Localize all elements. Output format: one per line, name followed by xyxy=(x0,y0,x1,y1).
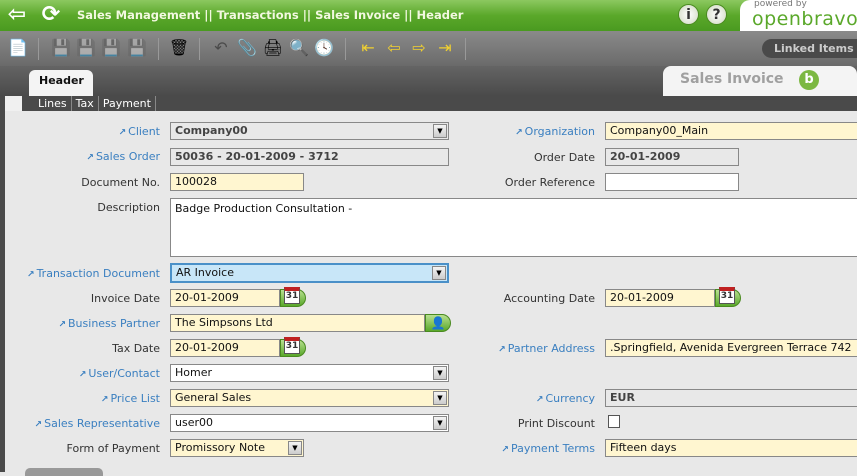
user-contact-select[interactable]: Homer ▼ xyxy=(170,364,449,382)
calendar-icon[interactable]: 31 xyxy=(280,287,306,307)
chevron-down-icon[interactable]: ▼ xyxy=(432,266,446,280)
calendar-day: 31 xyxy=(284,287,300,304)
chevron-down-icon[interactable]: ▼ xyxy=(433,366,447,380)
linked-items-button[interactable]: Linked Items xyxy=(762,39,857,58)
order-reference-input[interactable] xyxy=(605,173,739,191)
chevron-down-icon[interactable]: ▼ xyxy=(288,441,302,455)
openbravo-logo[interactable]: powered by openbravo xyxy=(740,0,857,31)
separator xyxy=(38,38,39,60)
help-icon[interactable]: ? xyxy=(706,4,727,25)
payment-terms-label[interactable]: Payment Terms xyxy=(501,442,595,455)
currency-label[interactable]: Currency xyxy=(536,392,595,405)
form-of-payment-value: Promissory Note xyxy=(175,441,265,454)
organization-select[interactable]: Company00_Main xyxy=(605,122,857,140)
section-button[interactable] xyxy=(25,468,103,476)
price-list-value: General Sales xyxy=(175,391,252,404)
accounting-date-input[interactable]: 20-01-2009 xyxy=(605,289,715,307)
separator xyxy=(345,38,346,60)
first-record-icon[interactable]: ⇤ xyxy=(357,37,379,59)
user-contact-label[interactable]: User/Contact xyxy=(79,367,160,380)
separator xyxy=(158,38,159,60)
window-title: Sales Invoice xyxy=(680,71,784,87)
print-icon[interactable]: 🖨 xyxy=(262,37,284,59)
new-record-icon[interactable]: 📄 xyxy=(7,37,29,59)
sales-rep-label[interactable]: Sales Representative xyxy=(35,417,160,430)
calendar-day: 31 xyxy=(284,337,300,354)
client-value: Company00 xyxy=(175,124,248,137)
price-list-label[interactable]: Price List xyxy=(101,392,160,405)
user-contact-value: Homer xyxy=(175,366,213,379)
audit-trail-icon[interactable]: 🕓 xyxy=(313,37,335,59)
currency-field[interactable]: EUR xyxy=(605,389,857,407)
delete-icon[interactable]: 🗑 xyxy=(168,37,190,59)
previous-record-icon[interactable]: ⇦ xyxy=(383,37,405,59)
order-date-field: 20-01-2009 xyxy=(605,148,739,166)
refresh-icon[interactable]: ⟳ xyxy=(38,3,64,29)
separator xyxy=(199,38,200,60)
sales-rep-select[interactable]: user00 ▼ xyxy=(170,414,449,432)
subtab-bar: Lines Tax Payment xyxy=(22,96,857,111)
calendar-icon[interactable]: 31 xyxy=(280,337,306,357)
business-partner-search-icon[interactable]: 👤 xyxy=(425,314,451,332)
calendar-day: 31 xyxy=(719,287,735,304)
save-icon[interactable]: 💾 xyxy=(100,37,122,59)
back-icon[interactable]: ⇦ xyxy=(4,3,30,29)
last-record-icon[interactable]: ⇥ xyxy=(434,37,456,59)
form-of-payment-label: Form of Payment xyxy=(66,442,160,455)
chevron-down-icon[interactable]: ▼ xyxy=(433,124,447,138)
client-select[interactable]: Company00 ▼ xyxy=(170,122,449,140)
brand-text: openbravo xyxy=(752,8,857,30)
separator xyxy=(465,38,466,60)
description-textarea[interactable]: Badge Production Consultation - xyxy=(170,198,857,257)
order-date-label: Order Date xyxy=(533,151,595,164)
business-partner-input[interactable]: The Simpsons Ltd xyxy=(170,314,425,332)
tax-date-label: Tax Date xyxy=(112,342,160,355)
invoice-date-input[interactable]: 20-01-2009 xyxy=(170,289,280,307)
business-partner-label[interactable]: Business Partner xyxy=(58,317,160,330)
document-no-label: Document No. xyxy=(81,176,160,189)
order-reference-label: Order Reference xyxy=(504,176,595,189)
chevron-down-icon[interactable]: ▼ xyxy=(433,391,447,405)
partner-address-label[interactable]: Partner Address xyxy=(498,342,595,355)
form-of-payment-select[interactable]: Promissory Note ▼ xyxy=(170,439,304,457)
tab-header[interactable]: Header xyxy=(29,70,93,96)
breadcrumb: Sales Management || Transactions || Sale… xyxy=(77,8,464,22)
transaction-document-label[interactable]: Transaction Document xyxy=(27,267,160,280)
organization-label[interactable]: Organization xyxy=(515,125,595,138)
client-label: Client xyxy=(119,125,160,138)
description-label: Description xyxy=(97,201,160,214)
print-discount-label: Print Discount xyxy=(517,417,595,430)
accounting-date-label: Accounting Date xyxy=(503,292,595,305)
attach-icon[interactable]: 📎 xyxy=(236,37,258,59)
tax-date-input[interactable]: 20-01-2009 xyxy=(170,339,280,357)
info-icon[interactable]: i xyxy=(678,4,699,25)
sales-order-label[interactable]: Sales Order xyxy=(86,150,160,163)
price-list-select[interactable]: General Sales ▼ xyxy=(170,389,449,407)
sales-order-field[interactable]: 50036 - 20-01-2009 - 3712 xyxy=(170,148,449,166)
subtab-lines[interactable]: Lines xyxy=(34,96,72,111)
search-icon[interactable]: 🔍 xyxy=(288,37,310,59)
save-close-icon[interactable]: 💾 xyxy=(126,37,148,59)
subtab-payment[interactable]: Payment xyxy=(99,96,156,111)
partner-address-select[interactable]: .Springfield, Avenida Evergreen Terrace … xyxy=(605,339,857,357)
print-discount-checkbox[interactable] xyxy=(608,415,620,428)
openbravo-icon: b xyxy=(799,70,819,90)
undo-icon[interactable]: ↶ xyxy=(210,37,232,59)
document-no-input[interactable]: 100028 xyxy=(170,173,304,191)
chevron-down-icon[interactable]: ▼ xyxy=(433,416,447,430)
save-new-icon[interactable]: 💾 xyxy=(50,37,72,59)
next-record-icon[interactable]: ⇨ xyxy=(408,37,430,59)
subtab-tax[interactable]: Tax xyxy=(72,96,99,111)
save-next-icon[interactable]: 💾 xyxy=(75,37,97,59)
calendar-icon[interactable]: 31 xyxy=(715,287,741,307)
invoice-date-label: Invoice Date xyxy=(90,292,160,305)
payment-terms-select[interactable]: Fifteen days xyxy=(605,439,857,457)
transaction-document-select[interactable]: AR Invoice ▼ xyxy=(170,263,449,283)
transaction-document-value: AR Invoice xyxy=(176,266,234,279)
sales-rep-value: user00 xyxy=(175,416,213,429)
